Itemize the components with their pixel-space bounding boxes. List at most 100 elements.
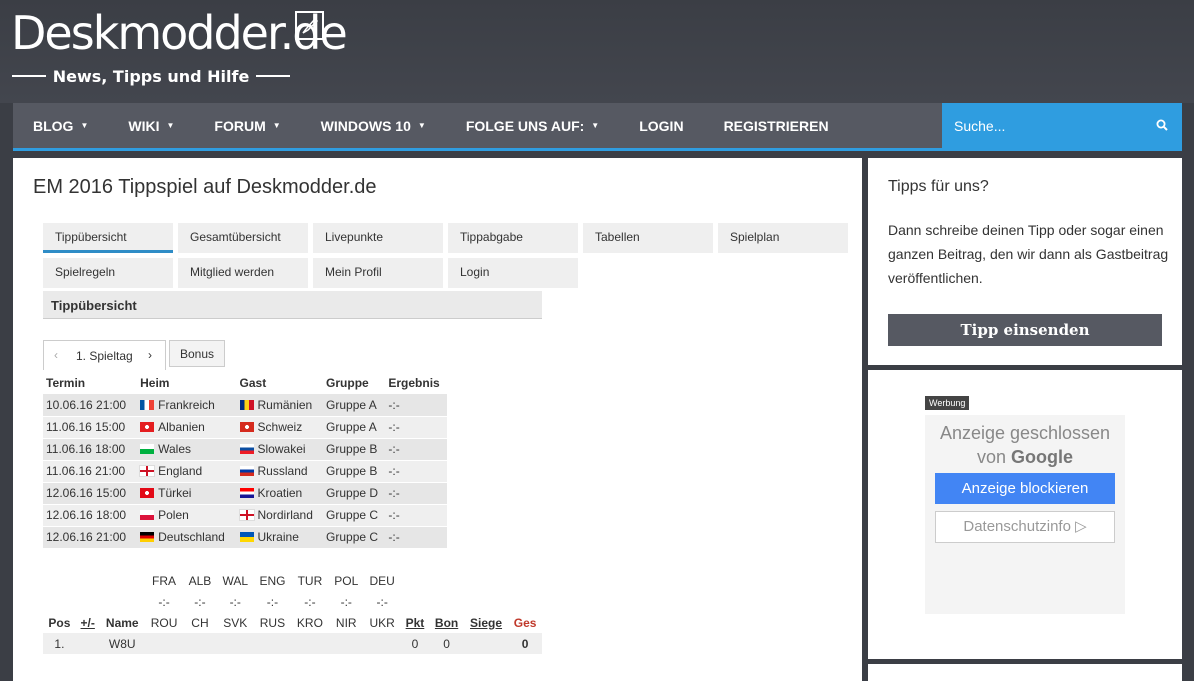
flag-sk-icon — [239, 444, 254, 454]
team-name: Deutschland — [158, 530, 225, 544]
main-nav: BLOG ▼ WIKI ▼ FORUM ▼ WINDOWS 10 ▼ FOLGE UNS AUF… — [13, 103, 942, 148]
tab-spielregeln[interactable]: Spielregeln — [43, 258, 173, 288]
block-ad-button[interactable]: Anzeige blockieren — [935, 473, 1115, 504]
nav-item-label: REGISTRIEREN — [723, 117, 829, 134]
row-name[interactable]: W8U — [99, 633, 145, 654]
tab-tipp-bersicht[interactable]: Tippübersicht — [43, 223, 173, 253]
home-code: ALB — [188, 573, 212, 588]
row-pos: 1. — [43, 633, 76, 654]
game-heim: Polen — [137, 504, 237, 527]
tab-mitglied-werden[interactable]: Mitglied werden — [178, 258, 308, 288]
google-logo: Google — [1011, 447, 1074, 467]
section-heading: Tippübersicht — [43, 291, 542, 319]
game-ergebnis: -:- — [385, 394, 447, 417]
nav-item-blog[interactable]: BLOG ▼ — [13, 103, 108, 148]
home-code: DEU — [369, 573, 395, 588]
flag-ru-icon — [239, 466, 254, 476]
nav-item-folge-uns-auf[interactable]: FOLGE UNS AUF: ▼ — [446, 103, 619, 148]
games-header: Gruppe — [326, 376, 369, 390]
game-heim: Frankreich — [137, 394, 237, 417]
flag-ua-icon — [239, 532, 254, 542]
leaderboard-row: 1. W8U 0 0 0 — [43, 633, 542, 654]
flag-nir-icon — [238, 509, 255, 521]
search-input[interactable]: Suche... — [954, 118, 1005, 134]
tab-tippabgabe[interactable]: Tippabgabe — [448, 223, 578, 253]
caret-down-icon: ▼ — [591, 121, 600, 130]
site-header: Deskmodder.de News, Tipps und Hilfe — [0, 0, 1194, 103]
game-heim: Wales — [137, 438, 237, 461]
game-gast: Russland — [236, 460, 324, 483]
bon-header[interactable]: Bon — [429, 612, 463, 633]
game-gruppe: Gruppe B — [323, 438, 386, 461]
team-name: Albanien — [158, 420, 205, 434]
nav-item-registrieren[interactable]: REGISTRIEREN — [704, 103, 849, 148]
leaderboard-table: FRA ALB WAL ENG TUR POL DEU -:- -:- -:- -:- -:- -:- -… — [43, 570, 542, 654]
away-code: KRO — [296, 615, 323, 630]
plusminus-header[interactable]: +/- — [76, 612, 100, 633]
row-ges: 0 — [508, 633, 542, 654]
nav-item-label: BLOG — [33, 117, 74, 134]
tab-tabellen[interactable]: Tabellen — [583, 223, 713, 253]
tipp-einsenden-button[interactable]: Tipp einsenden — [888, 314, 1162, 346]
away-code: NIR — [335, 615, 357, 630]
game-gast: Rumänien — [236, 394, 324, 417]
game-termin: 11.06.16 15:00 — [43, 416, 138, 439]
game-termin: 12.06.16 21:00 — [43, 526, 138, 549]
flag-fr-icon — [140, 399, 155, 410]
leaderboard-row: -:- -:- -:- -:- -:- -:- -:- — [43, 591, 542, 612]
pick-score: -:- — [194, 594, 206, 609]
ges-header: Ges — [513, 615, 537, 630]
tab-gesamt-bersicht[interactable]: Gesamtübersicht — [178, 223, 308, 253]
game-row: 12.06.16 21:00 Deutschland Ukraine Gruppe C… — [43, 526, 447, 549]
nav-item-wiki[interactable]: WIKI ▼ — [108, 103, 194, 148]
bonus-tab[interactable]: Bonus — [169, 340, 225, 367]
tab-livepunkte[interactable]: Livepunkte — [313, 223, 443, 253]
werbung-badge: Werbung — [925, 396, 970, 410]
flag-hr-icon — [239, 488, 254, 498]
search-box[interactable]: Suche... — [942, 103, 1182, 148]
team-name: Frankreich — [158, 397, 215, 412]
nav-item-label: LOGIN — [639, 117, 684, 134]
row-plusminus — [75, 633, 100, 654]
game-ergebnis: -:- — [385, 460, 447, 483]
away-code: ROU — [150, 615, 178, 630]
caret-down-icon: ▼ — [80, 121, 89, 130]
leaderboard-row: Pos +/- Name ROU CH SVK RUS KRO NIR UKR Pkt Bon Sieg… — [43, 612, 542, 633]
tab-login[interactable]: Login — [448, 258, 578, 288]
game-termin: 11.06.16 18:00 — [43, 438, 138, 461]
game-gruppe: Gruppe A — [323, 394, 386, 417]
away-code: SVK — [223, 615, 248, 630]
chevron-left-icon[interactable]: ‹ — [54, 348, 58, 362]
nav-item-forum[interactable]: FORUM ▼ — [194, 103, 300, 148]
team-name: Rumänien — [257, 397, 313, 412]
search-icon[interactable] — [1156, 119, 1168, 131]
flag-tr-icon — [140, 488, 155, 498]
caret-down-icon: ▼ — [166, 121, 175, 130]
game-row: 11.06.16 21:00 England Russland Gruppe B -:- — [43, 460, 447, 483]
game-heim: Deutschland — [137, 526, 237, 549]
game-heim: Türkei — [137, 482, 237, 505]
game-gruppe: Gruppe A — [323, 416, 386, 439]
team-name: Russland — [257, 464, 308, 478]
pick-score: -:- — [229, 594, 241, 609]
nav-item-login[interactable]: LOGIN — [619, 103, 703, 148]
team-name: Slowakei — [257, 442, 306, 456]
game-gast: Nordirland — [236, 504, 324, 527]
tab-spielplan[interactable]: Spielplan — [718, 223, 848, 253]
flag-al-icon — [140, 422, 155, 432]
tab-mein-profil[interactable]: Mein Profil — [313, 258, 443, 288]
game-ergebnis: -:- — [385, 526, 447, 549]
privacy-info-button[interactable]: Datenschutzinfo ▷ — [935, 511, 1115, 543]
pkt-header[interactable]: Pkt — [401, 612, 430, 633]
team-name: Schweiz — [257, 420, 303, 434]
game-termin: 10.06.16 21:00 — [43, 394, 138, 417]
siege-header[interactable]: Siege — [464, 612, 509, 633]
flag-wal-icon — [140, 444, 155, 454]
spieltag-tab[interactable]: ‹ 1. Spieltag › — [43, 340, 166, 370]
caret-down-icon: ▼ — [417, 121, 426, 130]
nav-item-windows-10[interactable]: WINDOWS 10 ▼ — [301, 103, 446, 148]
tipps-text: Dann schreibe deinen Tipp oder sogar ein… — [888, 222, 1169, 286]
games-header: Termin — [46, 376, 86, 390]
flag-eng-icon — [139, 465, 156, 477]
chevron-right-icon[interactable]: › — [148, 348, 152, 362]
